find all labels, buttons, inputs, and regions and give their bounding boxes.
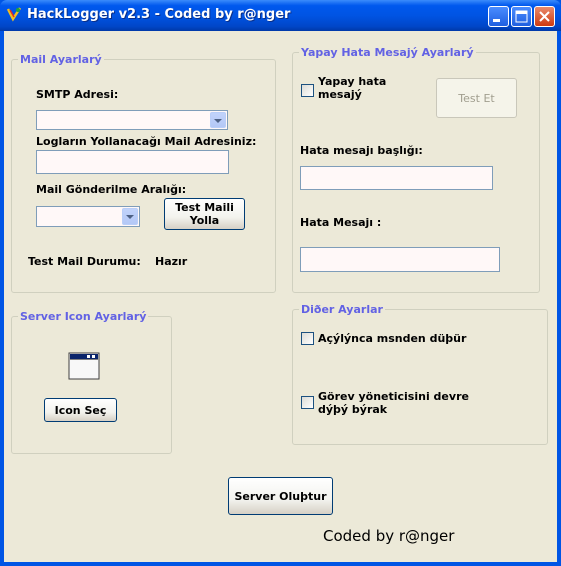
error-message-field[interactable]: [300, 247, 500, 272]
footer-credit: Coded by r@nger: [323, 527, 455, 545]
taskmgr-checkbox-label[interactable]: Görev yöneticisini devre dýþý býrak: [318, 390, 493, 416]
server-icon-legend: Server Icon Ayarlarý: [20, 310, 147, 323]
minimize-button[interactable]: [488, 6, 509, 27]
chevron-down-icon[interactable]: [122, 208, 138, 225]
test-mail-button[interactable]: Test Maili Yolla: [164, 198, 245, 230]
chevron-down-icon[interactable]: [210, 112, 226, 128]
other-settings-group: Diðer Ayarlar: [292, 303, 548, 445]
maximize-icon: [515, 10, 528, 23]
error-title-label: Hata mesajı başlığı:: [300, 144, 423, 157]
smtp-label: SMTP Adresi:: [36, 88, 119, 101]
window-icon: [68, 352, 100, 380]
email-label: Logların Yollanacağı Mail Adresiniz:: [36, 135, 257, 148]
client-area: Mail Ayarlarý SMTP Adresi: Logların Yoll…: [4, 31, 557, 562]
mail-settings-legend: Mail Ayarlarý: [20, 53, 102, 66]
maximize-button[interactable]: [511, 6, 532, 27]
taskmgr-checkbox[interactable]: [301, 396, 314, 409]
title-bar[interactable]: HackLogger v2.3 - Coded by r@nger: [0, 0, 561, 31]
interval-combo[interactable]: [36, 206, 140, 227]
server-icon-group: Server Icon Ayarlarý: [11, 310, 172, 454]
fake-error-legend: Yapay Hata Mesajý Ayarlarý: [301, 46, 474, 59]
minimize-icon: [493, 19, 500, 22]
error-title-field[interactable]: [300, 166, 493, 190]
app-window: HackLogger v2.3 - Coded by r@nger Mail A…: [0, 0, 561, 566]
smtp-address-combo[interactable]: [36, 110, 228, 130]
app-icon: [6, 6, 22, 22]
fake-error-checkbox-text: Yapay hata mesajý gösterilsin: [318, 75, 387, 101]
close-button[interactable]: [534, 6, 555, 27]
test-mail-status-label: Test Mail Durumu:: [28, 255, 141, 268]
fake-error-checkbox[interactable]: [301, 84, 314, 97]
create-server-button[interactable]: Server Oluþtur: [228, 477, 333, 515]
window-title: HackLogger v2.3 - Coded by r@nger: [27, 7, 291, 22]
startup-checkbox[interactable]: [301, 332, 314, 345]
icon-select-button[interactable]: Icon Seç: [44, 398, 117, 422]
interval-label: Mail Gönderilme Aralığı:: [36, 183, 187, 196]
fake-error-checkbox-label[interactable]: Yapay hata mesajý gösterilsin: [318, 75, 388, 101]
startup-checkbox-label[interactable]: Açýlýnca msnden düþür: [318, 332, 466, 345]
test-error-button[interactable]: Test Et: [436, 78, 517, 118]
test-mail-status-value: Hazır: [155, 255, 188, 268]
email-field[interactable]: [36, 150, 229, 174]
close-icon: [539, 11, 550, 22]
other-settings-legend: Diðer Ayarlar: [301, 303, 383, 316]
error-message-label: Hata Mesajı :: [300, 216, 382, 229]
